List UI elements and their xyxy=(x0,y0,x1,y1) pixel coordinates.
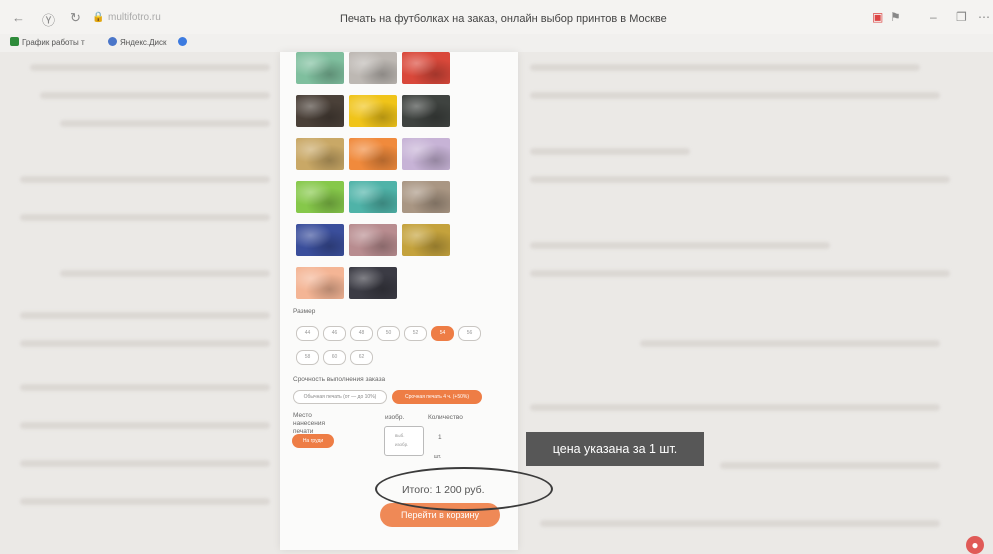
image-label: изобр. xyxy=(385,414,405,421)
bg-line xyxy=(20,214,270,221)
bg-line xyxy=(20,498,270,505)
bg-line xyxy=(530,64,920,71)
size-option[interactable]: 46 xyxy=(323,326,346,341)
color-swatch[interactable] xyxy=(349,267,397,299)
bg-line xyxy=(640,340,940,347)
size-option[interactable]: 60 xyxy=(323,350,346,365)
minimize-icon[interactable]: – xyxy=(930,10,937,24)
size-option[interactable]: 56 xyxy=(458,326,481,341)
price-per-unit-tooltip: цена указана за 1 шт. xyxy=(526,432,704,466)
color-swatch[interactable] xyxy=(349,52,397,84)
lock-icon: 🔒 xyxy=(92,12,105,23)
bookmarks-bar: График работы т Яндекс.Диск xyxy=(0,34,993,52)
bg-line xyxy=(530,242,830,249)
page-title: Печать на футболках на заказ, онлайн выб… xyxy=(340,13,667,25)
color-swatch[interactable] xyxy=(296,95,344,127)
quantity-input[interactable]: 1 xyxy=(438,434,442,441)
unit-label: шт. xyxy=(434,454,442,460)
bg-line xyxy=(20,460,270,467)
size-option[interactable]: 52 xyxy=(404,326,427,341)
image-box-line1: выб. xyxy=(395,433,405,438)
more-icon[interactable]: ⋯ xyxy=(978,10,990,24)
bg-line xyxy=(20,340,270,347)
size-option[interactable]: 50 xyxy=(377,326,400,341)
print-place-label: Место нанесения печати xyxy=(293,412,326,435)
color-swatch[interactable] xyxy=(349,181,397,213)
color-swatch[interactable] xyxy=(402,224,450,256)
reload-icon[interactable]: ↻ xyxy=(70,10,81,26)
size-option[interactable]: 58 xyxy=(296,350,319,365)
bookmark-icon[interactable]: ▣ xyxy=(872,10,883,24)
color-swatch[interactable] xyxy=(349,224,397,256)
address-bar[interactable]: multifotro.ru xyxy=(108,12,161,23)
color-swatch[interactable] xyxy=(349,95,397,127)
bookmark-schedule[interactable]: График работы т xyxy=(10,37,85,47)
color-swatch[interactable] xyxy=(296,267,344,299)
color-swatch[interactable] xyxy=(402,95,450,127)
bookmark-yandex-disk[interactable]: Яндекс.Диск xyxy=(108,37,167,47)
color-swatch[interactable] xyxy=(296,224,344,256)
color-swatch[interactable] xyxy=(296,52,344,84)
yandex-icon[interactable]: Ⓨ xyxy=(42,10,55,29)
bg-line xyxy=(60,270,270,277)
size-option[interactable]: 62 xyxy=(350,350,373,365)
bookmark-extra[interactable] xyxy=(178,37,190,47)
deadline-label: Срочность выполнения заказа xyxy=(293,376,386,383)
color-swatch[interactable] xyxy=(349,138,397,170)
chat-button[interactable]: ● xyxy=(966,536,984,554)
size-label: Размер xyxy=(293,308,316,315)
back-icon[interactable]: ← xyxy=(12,10,25,25)
bg-line xyxy=(720,462,940,469)
bg-line xyxy=(40,92,270,99)
size-option[interactable]: 54 xyxy=(431,326,454,341)
bg-line xyxy=(530,92,940,99)
size-option[interactable]: 44 xyxy=(296,326,319,341)
bg-line xyxy=(540,520,940,527)
globe-icon xyxy=(178,37,187,46)
bg-line xyxy=(20,422,270,429)
browser-toolbar: ← Ⓨ ↻ 🔒 multifotro.ru Печать на футболка… xyxy=(0,0,993,34)
size-option[interactable]: 48 xyxy=(350,326,373,341)
image-box-line2: изобр. xyxy=(395,442,409,447)
cloud-icon xyxy=(108,37,117,46)
bg-line xyxy=(20,312,270,319)
bg-line xyxy=(530,176,950,183)
restore-icon[interactable]: ❐ xyxy=(956,10,967,24)
quantity-label: Количество xyxy=(428,414,463,421)
deadline-option-normal[interactable]: Обычная печать (от — до 10%) xyxy=(293,390,387,404)
sheet-icon xyxy=(10,37,19,46)
bg-line xyxy=(20,176,270,183)
bg-line xyxy=(530,270,950,277)
color-swatch[interactable] xyxy=(296,181,344,213)
color-swatch[interactable] xyxy=(402,181,450,213)
bg-line xyxy=(20,384,270,391)
total-highlight-ellipse xyxy=(375,467,553,511)
bg-line xyxy=(530,148,690,155)
print-place-button[interactable]: На груди xyxy=(292,434,334,448)
flag-icon[interactable]: ⚑ xyxy=(890,10,901,24)
color-swatch[interactable] xyxy=(296,138,344,170)
color-swatch[interactable] xyxy=(402,52,450,84)
color-swatch[interactable] xyxy=(402,138,450,170)
deadline-option-urgent[interactable]: Срочная печать 4 ч. (+50%) xyxy=(392,390,482,404)
bg-line xyxy=(60,120,270,127)
bg-line xyxy=(530,404,940,411)
bg-line xyxy=(30,64,270,71)
image-upload-box[interactable]: выб. изобр. xyxy=(384,426,424,456)
